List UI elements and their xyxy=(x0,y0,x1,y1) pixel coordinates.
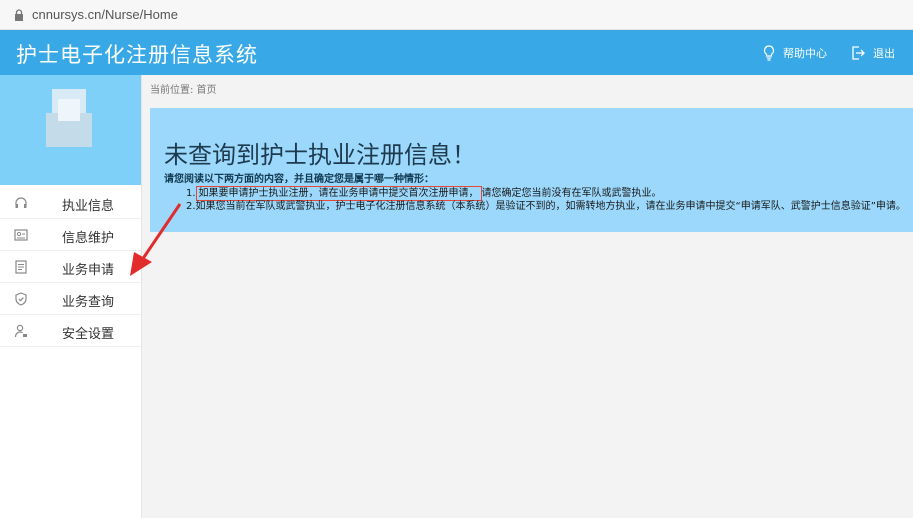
browser-url-bar[interactable]: cnnursys.cn/Nurse/Home xyxy=(0,0,913,30)
lightbulb-icon xyxy=(763,45,775,61)
app-title: 护士电子化注册信息系统 xyxy=(16,43,258,67)
app-header: 护士电子化注册信息系统 帮助中心 退出 xyxy=(0,30,913,75)
sidebar-item-info-maintenance[interactable]: 信息维护 xyxy=(0,219,141,251)
sidebar-item-business-application[interactable]: 业务申请 xyxy=(0,251,141,283)
avatar-panel xyxy=(0,75,141,185)
notice-item-1: 1. 如果要申请护士执业注册，请在业务申请中提交首次注册申请， 请您确定您当前没有在… xyxy=(186,184,662,201)
sidebar-item-label: 执业信息 xyxy=(62,199,115,214)
id-card-icon xyxy=(14,229,28,241)
sidebar-item-label: 业务申请 xyxy=(62,263,115,278)
notice-item-1-suffix: 请您确定您当前没有在军队或武警执业。 xyxy=(481,188,662,199)
avatar xyxy=(46,89,92,147)
sidebar-item-security-settings[interactable]: 安全设置 xyxy=(0,315,141,347)
user-lock-icon xyxy=(14,324,27,338)
help-center-label: 帮助中心 xyxy=(783,47,827,60)
sidebar-item-business-query[interactable]: 业务查询 xyxy=(0,283,141,315)
breadcrumb: 当前位置: 首页 xyxy=(150,85,217,96)
logout-icon xyxy=(852,46,865,60)
main-content: 当前位置: 首页 未查询到护士执业注册信息！ 请您阅读以下两方面的内容，并且确定… xyxy=(142,75,913,518)
shield-icon xyxy=(15,292,27,306)
notice-lead: 请您阅读以下两方面的内容，并且确定您是属于哪一种情形： xyxy=(164,174,434,185)
help-center-link[interactable]: 帮助中心 xyxy=(763,43,827,63)
document-icon xyxy=(15,260,27,274)
sidebar-nav: 执业信息 信息维护 业务申请 业务查询 安全设置 xyxy=(0,187,141,347)
headset-icon xyxy=(15,197,27,208)
notice-item-1-prefix: 1. xyxy=(186,188,196,199)
logout-link[interactable]: 退出 xyxy=(851,43,895,63)
sidebar-item-label: 信息维护 xyxy=(62,231,115,246)
sidebar-item-practice-info[interactable]: 执业信息 xyxy=(0,187,141,219)
notice-item-2: 2.如果您当前在军队或武警执业，护士电子化注册信息系统（本系统）是验证不到的，如… xyxy=(186,201,906,212)
sidebar-item-label: 安全设置 xyxy=(62,327,115,342)
notice-title: 未查询到护士执业注册信息！ xyxy=(164,141,476,169)
lock-icon xyxy=(15,9,23,21)
sidebar-item-label: 业务查询 xyxy=(62,295,115,310)
notice-panel: 未查询到护士执业注册信息！ 请您阅读以下两方面的内容，并且确定您是属于哪一种情形… xyxy=(150,108,913,232)
logout-label: 退出 xyxy=(873,47,895,60)
url-text[interactable]: cnnursys.cn/Nurse/Home xyxy=(32,7,178,22)
sidebar: 执业信息 信息维护 业务申请 业务查询 安全设置 xyxy=(0,75,142,518)
